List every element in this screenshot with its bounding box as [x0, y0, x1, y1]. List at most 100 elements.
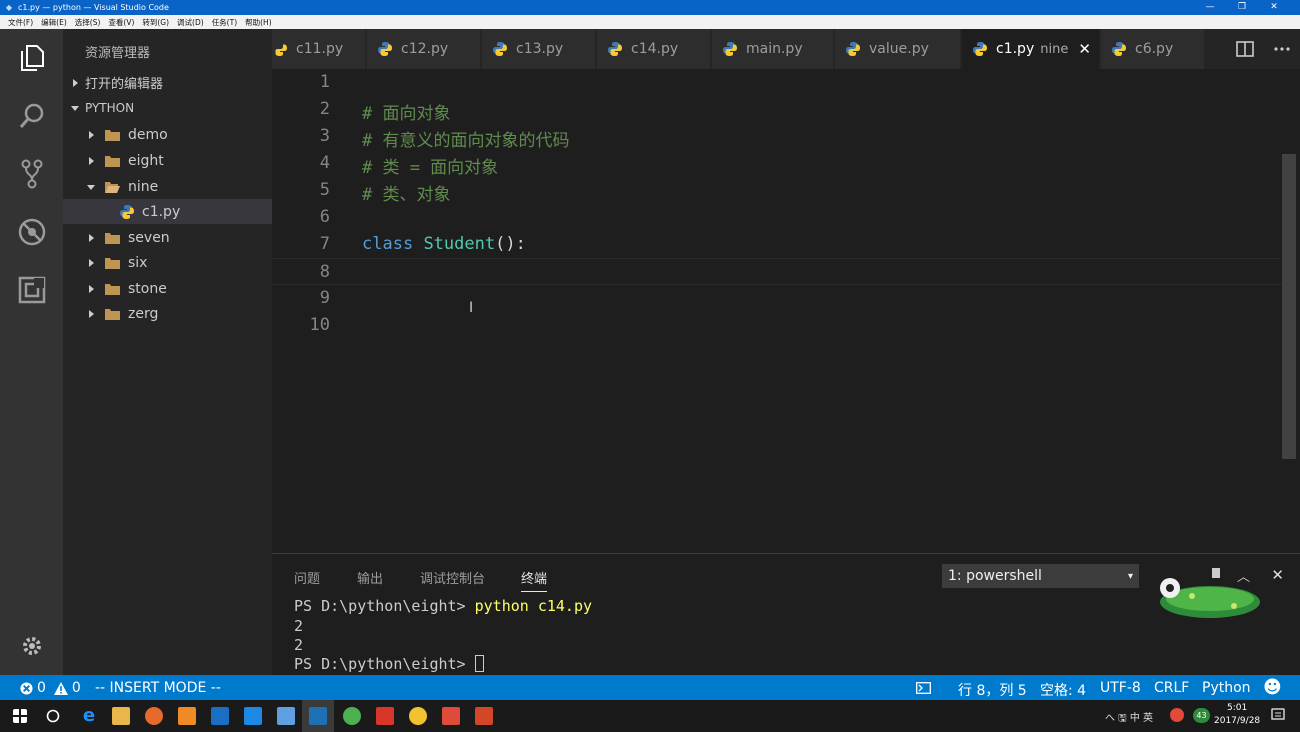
windows-start-icon[interactable]	[13, 709, 27, 723]
menu-selection[interactable]: 选择(S)	[75, 17, 101, 28]
error-icon	[20, 681, 33, 695]
app-icon[interactable]	[277, 707, 295, 725]
line-number: 6	[319, 207, 330, 227]
folder-six[interactable]: six	[63, 250, 272, 275]
line-ending[interactable]: CRLF	[1154, 680, 1189, 696]
app-icon[interactable]	[211, 707, 229, 725]
cortana-search-icon[interactable]	[46, 709, 60, 723]
tray-app-icon[interactable]	[1170, 708, 1184, 722]
workspace-section[interactable]: PYTHON	[63, 95, 272, 120]
terminal-prompt: PS D:\python\eight>	[294, 655, 475, 673]
system-tray[interactable]: へ 🖫 中 英	[1105, 709, 1153, 728]
tab-c6-py[interactable]: c6.py	[1101, 29, 1205, 69]
python-file-icon	[608, 42, 622, 56]
code-line: 7 class Student():	[272, 231, 1282, 258]
edge-browser-icon[interactable]: e	[80, 707, 98, 725]
folder-zerg[interactable]: zerg	[63, 301, 272, 326]
workspace-label: PYTHON	[85, 100, 135, 115]
more-actions-icon[interactable]	[1274, 46, 1290, 52]
terminal-icon[interactable]	[916, 682, 931, 694]
app-icon[interactable]	[244, 707, 262, 725]
language-mode[interactable]: Python	[1202, 680, 1251, 696]
window-title: c1.py — python — Visual Studio Code	[18, 3, 169, 12]
close-panel-button[interactable]: ✕	[1271, 566, 1284, 584]
terminal-cursor	[474, 655, 484, 672]
source-control-icon[interactable]	[17, 159, 47, 189]
folder-label: seven	[128, 229, 170, 246]
menu-file[interactable]: 文件(F)	[8, 17, 33, 28]
indentation[interactable]: 空格: 4	[1040, 680, 1086, 700]
tray-badge[interactable]: 43	[1193, 708, 1210, 723]
minimize-button[interactable]: —	[1194, 0, 1226, 15]
tab-terminal[interactable]: 终端	[521, 568, 548, 592]
editor-scrollbar[interactable]	[1282, 154, 1296, 459]
tab-c14-py[interactable]: c14.py	[597, 29, 711, 69]
feedback-smiley-icon[interactable]: ☻	[1263, 677, 1282, 698]
search-icon[interactable]	[17, 101, 47, 131]
explorer-icon[interactable]	[17, 43, 47, 73]
cursor-position[interactable]: 行 8，列 5	[958, 680, 1027, 700]
chevron-right-icon	[89, 284, 94, 293]
app-icon[interactable]	[178, 707, 196, 725]
python-file-icon	[723, 42, 737, 56]
chevron-right-icon	[89, 258, 94, 267]
tab-main-py[interactable]: main.py	[712, 29, 834, 69]
menu-edit[interactable]: 编辑(E)	[41, 17, 67, 28]
open-editors-label: 打开的编辑器	[85, 77, 164, 92]
python-file-icon	[120, 204, 134, 219]
tab-c1-py[interactable]: c1.py nine ✕	[962, 29, 1100, 69]
maximize-panel-button[interactable]: ︿	[1237, 566, 1250, 585]
tab-close-button[interactable]: ✕	[1078, 40, 1091, 58]
restore-button[interactable]: ❐	[1226, 0, 1258, 15]
terminal-selector[interactable]: 1: powershell ▾	[942, 564, 1139, 588]
folder-eight[interactable]: eight	[63, 148, 272, 173]
powerpoint-icon[interactable]	[475, 707, 493, 725]
file-explorer-icon[interactable]	[112, 707, 130, 725]
vscode-logo-icon: ◆	[5, 2, 13, 12]
menu-tasks[interactable]: 任务(T)	[212, 17, 237, 28]
app-icon[interactable]	[409, 707, 427, 725]
tab-debug-console[interactable]: 调试控制台	[420, 568, 485, 587]
notification-icon[interactable]	[1271, 708, 1285, 722]
settings-gear-icon[interactable]	[17, 631, 47, 661]
problems-status[interactable]: 0 0	[20, 680, 81, 696]
tab-label: c11.py	[296, 41, 344, 57]
system-clock[interactable]: 5:01 2017/9/28	[1214, 702, 1260, 728]
line-number: 8	[319, 262, 330, 282]
menu-help[interactable]: 帮助(H)	[245, 17, 272, 28]
open-editors-section[interactable]: 打开的编辑器	[63, 70, 272, 95]
menu-goto[interactable]: 转到(G)	[142, 17, 169, 28]
close-window-button[interactable]: ✕	[1258, 0, 1290, 15]
tab-output[interactable]: 输出	[357, 568, 383, 587]
folder-seven[interactable]: seven	[63, 225, 272, 250]
encoding[interactable]: UTF-8	[1100, 680, 1141, 696]
terminal-panel: 问题 输出 调试控制台 终端 1: powershell ▾ ︿ ✕ PS D:…	[272, 553, 1300, 675]
chrome-icon[interactable]	[343, 707, 361, 725]
menu-debug[interactable]: 调试(D)	[177, 17, 204, 28]
vim-mode: -- INSERT MODE --	[95, 680, 221, 696]
tab-c11-py[interactable]: c11.py	[272, 29, 366, 69]
code-comment: # 有意义的面向对象的代码	[362, 131, 570, 151]
tab-c13-py[interactable]: c13.py	[482, 29, 596, 69]
chevron-down-icon	[71, 105, 79, 111]
folder-icon	[105, 129, 120, 141]
editor-tabs: c11.py c12.py c13.py c14.py main.py valu…	[272, 29, 1300, 69]
tab-value-py[interactable]: value.py	[835, 29, 961, 69]
vscode-taskbar-icon[interactable]	[309, 707, 327, 725]
terminal-line[interactable]: PS D:\python\eight>	[294, 655, 484, 673]
menu-view[interactable]: 查看(V)	[108, 17, 134, 28]
extensions-icon[interactable]	[17, 275, 47, 305]
tab-problems[interactable]: 问题	[294, 568, 320, 587]
debug-icon[interactable]	[17, 217, 47, 247]
tab-c12-py[interactable]: c12.py	[367, 29, 481, 69]
folder-stone[interactable]: stone	[63, 276, 272, 301]
app-icon[interactable]	[442, 707, 460, 725]
folder-nine[interactable]: nine	[63, 174, 272, 199]
file-c1-py[interactable]: c1.py	[63, 199, 272, 224]
folder-demo[interactable]: demo	[63, 122, 272, 147]
app-icon[interactable]	[145, 707, 163, 725]
code-editor[interactable]: 1 2 # 面向对象 3 # 有意义的面向对象的代码 4 # 类 = 面向对象 …	[272, 69, 1300, 553]
app-icon[interactable]	[376, 707, 394, 725]
code-line-current: 8	[272, 258, 1282, 285]
split-editor-icon[interactable]	[1236, 41, 1254, 57]
